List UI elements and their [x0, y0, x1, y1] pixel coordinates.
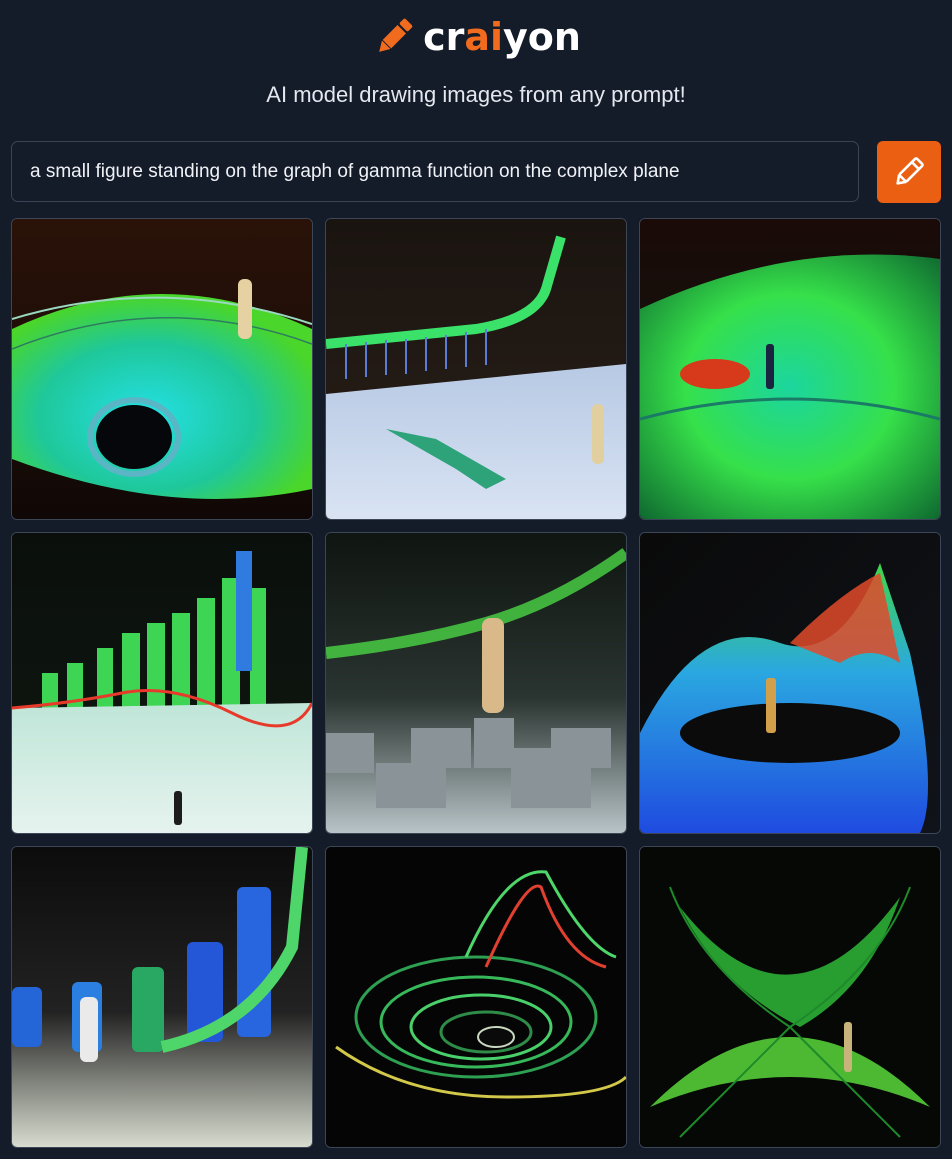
draw-button[interactable]: [877, 141, 941, 203]
result-image[interactable]: [325, 218, 627, 520]
result-image[interactable]: [11, 218, 313, 520]
generated-image-4: [12, 533, 312, 833]
generated-image-2: [326, 219, 626, 519]
result-image[interactable]: [639, 218, 941, 520]
result-image[interactable]: [325, 532, 627, 834]
result-image[interactable]: [639, 532, 941, 834]
prompt-box: [11, 141, 859, 202]
logo-text: craiyon: [423, 15, 581, 59]
generated-image-3: [640, 219, 940, 519]
prompt-input[interactable]: [28, 159, 842, 184]
header: craiyon AI model drawing images from any…: [0, 0, 952, 140]
pencil-icon: [896, 157, 924, 185]
generated-image-8: [326, 847, 626, 1147]
result-image[interactable]: [11, 846, 313, 1148]
generated-image-5: [326, 533, 626, 833]
generated-image-9: [640, 847, 940, 1147]
result-image[interactable]: [11, 532, 313, 834]
tagline: AI model drawing images from any prompt!: [266, 82, 686, 107]
result-image[interactable]: [325, 846, 627, 1148]
result-image[interactable]: [639, 846, 941, 1148]
craiyon-logo[interactable]: craiyon: [0, 14, 952, 60]
pencil-icon: [379, 18, 413, 52]
generated-image-7: [12, 847, 312, 1147]
generated-image-1: [12, 219, 312, 519]
generated-image-6: [640, 533, 940, 833]
